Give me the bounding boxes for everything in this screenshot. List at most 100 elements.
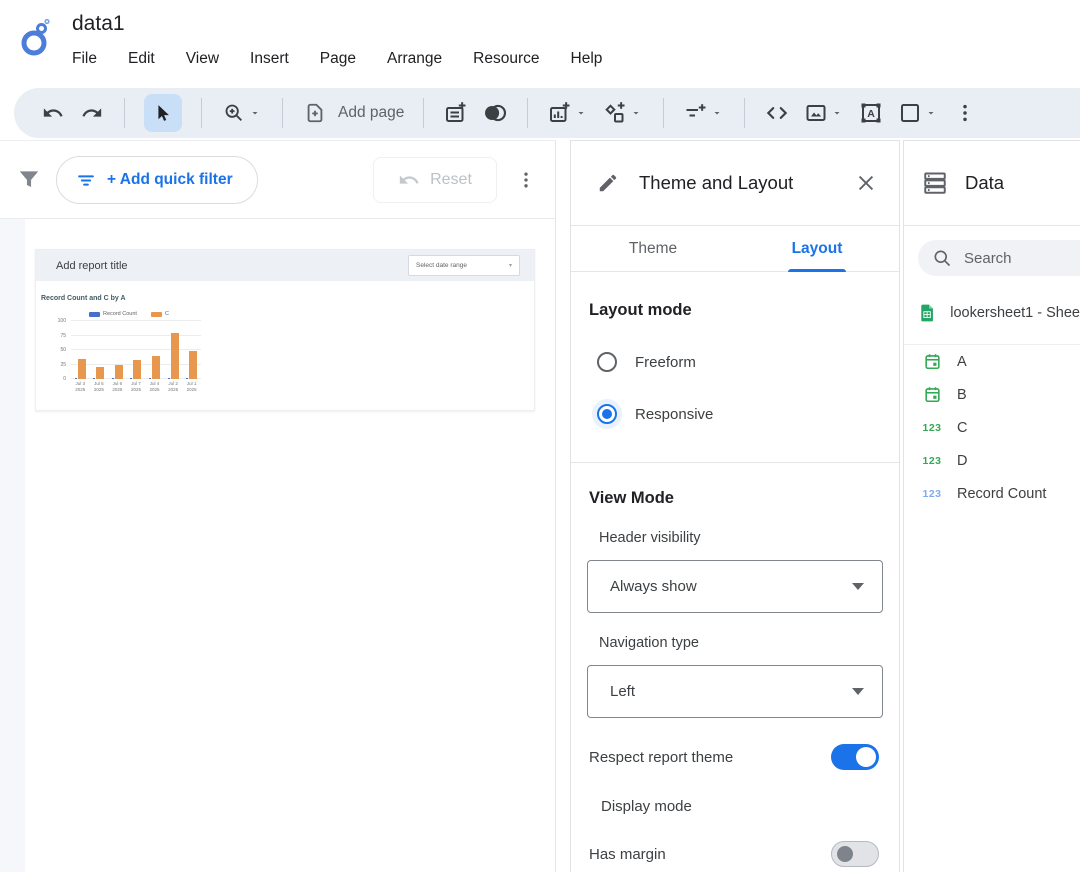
x-tick-label: Jul 52025 [94, 381, 104, 393]
respect-report-theme-toggle[interactable] [831, 744, 879, 770]
chevron-down-icon[interactable] [249, 106, 263, 120]
bar-record-count [75, 378, 77, 379]
navigation-type-select[interactable]: Left [587, 665, 883, 718]
chevron-down-icon[interactable] [925, 106, 939, 120]
menu-insert[interactable]: Insert [250, 50, 289, 68]
toolbar-divider [527, 98, 528, 128]
google-sheets-icon [920, 300, 934, 326]
field-name: B [957, 387, 967, 403]
chevron-down-icon[interactable] [630, 106, 644, 120]
add-chart-button[interactable] [547, 100, 589, 126]
add-control-button[interactable] [602, 100, 644, 126]
bar-group[interactable] [149, 321, 160, 379]
data-source-row[interactable]: lookersheet1 - Shee [920, 300, 1080, 326]
layout-mode-radio-group: Freeform Responsive [587, 352, 883, 424]
menu-edit[interactable]: Edit [128, 50, 155, 68]
add-data-icon[interactable] [443, 100, 469, 126]
image-button[interactable] [803, 100, 845, 126]
radio-row-freeform[interactable]: Freeform [597, 352, 883, 372]
field-name: Record Count [957, 486, 1046, 502]
chevron-down-icon[interactable] [575, 106, 589, 120]
filter-bar-more-icon[interactable] [511, 170, 541, 190]
undo-icon[interactable] [40, 100, 66, 126]
add-quick-filter-button[interactable] [683, 100, 725, 126]
add-page-icon [302, 100, 328, 126]
y-tick-label: 0 [63, 376, 66, 382]
tab-theme[interactable]: Theme [571, 226, 735, 271]
chevron-down-icon[interactable] [831, 106, 845, 120]
chevron-down-icon [852, 583, 864, 590]
more-icon[interactable] [952, 100, 978, 126]
legend-item: C [151, 311, 169, 317]
text-icon[interactable]: A [858, 100, 884, 126]
looker-studio-app: data1 File Edit View Insert Page Arrange Resou… [0, 0, 1080, 872]
shape-button[interactable] [897, 100, 939, 126]
report-preview-card[interactable]: Add report title Select date range ▾ Rec… [35, 249, 535, 411]
menu-page[interactable]: Page [320, 50, 356, 68]
bar-record-count [93, 378, 95, 379]
report-canvas[interactable]: Add report title Select date range ▾ Rec… [0, 219, 555, 872]
field-row-b[interactable]: B [904, 378, 1080, 411]
header-visibility-value: Always show [610, 578, 852, 595]
embed-icon[interactable] [764, 100, 790, 126]
menu-help[interactable]: Help [571, 50, 603, 68]
bar-c [171, 333, 179, 379]
bar-group[interactable] [112, 321, 123, 379]
funnel-filter-icon[interactable] [16, 167, 42, 193]
field-row-d[interactable]: 123D [904, 444, 1080, 477]
field-row-record-count[interactable]: 123Record Count [904, 477, 1080, 510]
mini-bar-chart[interactable]: Record Count and C by A Record CountC 02… [36, 281, 534, 393]
document-title[interactable]: data1 [72, 10, 602, 36]
field-row-a[interactable]: A [904, 345, 1080, 378]
redo-icon[interactable] [79, 100, 105, 126]
header-visibility-select[interactable]: Always show [587, 560, 883, 613]
field-name: A [957, 354, 967, 370]
x-tick-label: Jul 42025 [150, 381, 160, 393]
field-name: D [957, 453, 967, 469]
reset-button[interactable]: Reset [373, 157, 497, 203]
menu-resource[interactable]: Resource [473, 50, 539, 68]
report-title-placeholder[interactable]: Add report title [56, 260, 128, 272]
zoom-control[interactable] [221, 100, 263, 126]
bar-group[interactable] [168, 321, 179, 379]
blend-data-icon[interactable] [482, 100, 508, 126]
has-margin-row: Has margin [587, 841, 883, 867]
has-margin-label: Has margin [589, 846, 831, 863]
add-quick-filter-pill[interactable]: + Add quick filter [56, 156, 258, 204]
x-tick-label: Jul 32025 [75, 381, 85, 393]
x-tick-label: Jul 22025 [168, 381, 178, 393]
field-row-c[interactable]: 123C [904, 411, 1080, 444]
radio-freeform[interactable] [597, 352, 617, 372]
legend-label: C [165, 311, 169, 317]
chevron-down-icon[interactable] [711, 106, 725, 120]
bar-group[interactable] [186, 321, 197, 379]
date-range-control[interactable]: Select date range ▾ [408, 255, 520, 276]
canvas-left-gutter [0, 219, 25, 872]
tab-layout[interactable]: Layout [735, 226, 899, 271]
menu-file[interactable]: File [72, 50, 97, 68]
close-icon[interactable] [855, 172, 877, 194]
top-header: data1 File Edit View Insert Page Arrange Resou… [0, 0, 1080, 88]
has-margin-toggle[interactable] [831, 841, 879, 867]
menu-view[interactable]: View [186, 50, 219, 68]
menu-arrange[interactable]: Arrange [387, 50, 442, 68]
panel-gap [556, 140, 570, 872]
navigation-type-value: Left [610, 683, 852, 700]
select-cursor-icon[interactable] [144, 94, 182, 132]
quick-filter-bar: + Add quick filter Reset [0, 141, 555, 219]
zoom-icon[interactable] [221, 100, 247, 126]
y-tick-label: 100 [58, 318, 66, 324]
looker-studio-logo-icon[interactable] [14, 16, 58, 60]
add-page-button[interactable]: Add page [302, 100, 404, 126]
bar-group[interactable] [130, 321, 141, 379]
field-search-input[interactable]: Search [918, 240, 1080, 276]
bar-group[interactable] [93, 321, 104, 379]
legend-swatch [151, 312, 162, 317]
radio-row-responsive[interactable]: Responsive [597, 404, 883, 424]
bar-c [189, 351, 197, 379]
theme-layout-tabs: ThemeLayout [571, 226, 899, 272]
calendar-icon [920, 352, 944, 371]
radio-responsive[interactable] [597, 404, 617, 424]
bar-group[interactable] [75, 321, 86, 379]
y-tick-label: 50 [60, 347, 66, 353]
